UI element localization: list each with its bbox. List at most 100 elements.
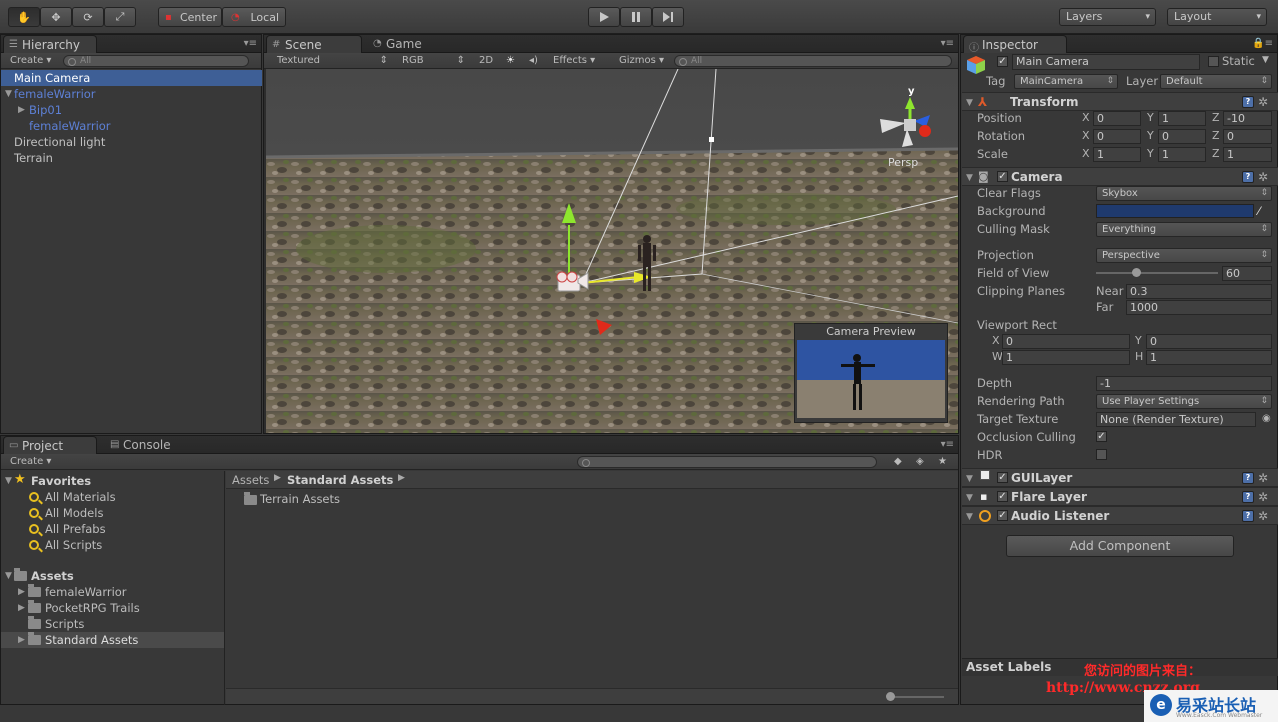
gear-icon[interactable]: ✲ xyxy=(1258,488,1268,506)
project-create-dropdown[interactable]: Create ▾ xyxy=(5,455,57,469)
position-y-field[interactable]: 1 xyxy=(1158,111,1206,126)
static-dropdown-icon[interactable]: ▼ xyxy=(1262,55,1269,65)
step-button[interactable] xyxy=(652,7,684,27)
camera-enabled-checkbox[interactable]: ✓ xyxy=(997,171,1008,182)
favorite-item[interactable]: All Materials xyxy=(45,489,116,505)
asset-folder-item[interactable]: PocketRPG Trails xyxy=(45,600,140,616)
rotate-tool-button[interactable]: ⟳ xyxy=(72,7,104,27)
background-color-swatch[interactable] xyxy=(1096,204,1254,218)
flare-layer-header[interactable]: ▼ ▪ ✓ Flare Layer ? ✲ xyxy=(962,487,1278,506)
tab-hierarchy[interactable]: ☰ Hierarchy xyxy=(3,35,97,53)
slider-thumb[interactable] xyxy=(886,692,895,701)
collapse-arrow-icon[interactable]: ▶ xyxy=(18,587,25,597)
icon-size-slider[interactable] xyxy=(888,696,944,698)
rotation-x-field[interactable]: 0 xyxy=(1093,129,1141,144)
move-tool-button[interactable]: ✥ xyxy=(40,7,72,27)
expand-arrow-icon[interactable]: ▼ xyxy=(5,476,12,486)
asset-folder-item[interactable]: Scripts xyxy=(45,616,84,632)
help-icon[interactable]: ? xyxy=(1242,472,1254,484)
flare-layer-enabled-checkbox[interactable]: ✓ xyxy=(997,491,1008,502)
2d-toggle[interactable]: 2D xyxy=(474,54,498,68)
viewport-x-field[interactable]: 0 xyxy=(1002,334,1130,349)
occlusion-culling-checkbox[interactable]: ✓ xyxy=(1096,431,1107,442)
fov-slider[interactable] xyxy=(1096,272,1218,274)
hierarchy-item-terrain[interactable]: Terrain xyxy=(1,150,262,166)
viewport-w-field[interactable]: 1 xyxy=(1002,350,1130,365)
static-checkbox[interactable] xyxy=(1208,56,1219,67)
position-x-field[interactable]: 0 xyxy=(1093,111,1141,126)
expand-arrow-icon[interactable]: ▼ xyxy=(5,571,12,581)
asset-folder-item[interactable]: femaleWarrior xyxy=(45,584,127,600)
effects-dropdown[interactable]: Effects ▾ xyxy=(548,54,606,68)
breadcrumb-assets[interactable]: Assets xyxy=(232,473,269,487)
tab-project[interactable]: ▭ Project xyxy=(3,436,97,454)
depth-field[interactable]: -1 xyxy=(1096,376,1272,391)
help-icon[interactable]: ? xyxy=(1242,491,1254,503)
favorite-item[interactable]: All Scripts xyxy=(45,537,102,553)
lighting-toggle-icon[interactable]: ☀ xyxy=(501,54,521,68)
play-button[interactable] xyxy=(588,7,620,27)
expand-arrow-icon[interactable]: ▼ xyxy=(966,508,973,526)
gameobject-name-field[interactable]: Main Camera xyxy=(1012,54,1200,70)
viewport-h-field[interactable]: 1 xyxy=(1146,350,1272,365)
far-plane-field[interactable]: 1000 xyxy=(1126,300,1272,315)
guilayer-header[interactable]: ▼ ✓ GUILayer ? ✲ xyxy=(962,468,1278,487)
help-icon[interactable]: ? xyxy=(1242,510,1254,522)
panel-menu-icon[interactable]: ▾≡ xyxy=(941,38,954,49)
audio-listener-enabled-checkbox[interactable]: ✓ xyxy=(997,510,1008,521)
favorites-header[interactable]: Favorites xyxy=(31,473,91,489)
hierarchy-item-femalewarrior-mesh[interactable]: femaleWarrior xyxy=(1,118,262,134)
rotation-z-field[interactable]: 0 xyxy=(1223,129,1272,144)
tab-game[interactable]: ◔ Game xyxy=(368,35,438,53)
add-component-button[interactable]: Add Component xyxy=(1006,535,1234,557)
collapse-arrow-icon[interactable]: ▶ xyxy=(18,635,25,645)
create-dropdown[interactable]: Create ▾ xyxy=(5,54,57,68)
help-icon[interactable]: ? xyxy=(1242,96,1254,108)
gear-icon[interactable]: ✲ xyxy=(1258,469,1268,487)
hdr-checkbox[interactable] xyxy=(1096,449,1107,460)
breadcrumb-standard-assets[interactable]: Standard Assets xyxy=(287,473,393,487)
hand-tool-button[interactable]: ✋ xyxy=(8,7,40,27)
guilayer-enabled-checkbox[interactable]: ✓ xyxy=(997,472,1008,483)
position-z-field[interactable]: -10 xyxy=(1223,111,1272,126)
tab-scene[interactable]: # Scene xyxy=(266,35,362,53)
shading-mode-dropdown[interactable]: Textured ⇕ xyxy=(272,54,390,68)
hierarchy-item-bip01[interactable]: Bip01 xyxy=(1,102,262,118)
panel-menu-icon[interactable]: ▾≡ xyxy=(941,439,954,450)
hierarchy-item-main-camera[interactable]: Main Camera xyxy=(1,70,262,86)
rendering-path-dropdown[interactable]: Use Player Settings xyxy=(1096,394,1272,409)
scene-viewport[interactable]: y Persp Camera Preview xyxy=(266,69,958,433)
scale-z-field[interactable]: 1 xyxy=(1223,147,1272,162)
target-texture-field[interactable]: None (Render Texture) xyxy=(1096,412,1256,427)
lock-icon[interactable]: 🔒≡ xyxy=(1252,38,1273,49)
audio-toggle-icon[interactable]: ◂) xyxy=(524,54,544,68)
filter-label-icon[interactable]: ◈ xyxy=(911,455,931,469)
gizmos-dropdown[interactable]: Gizmos ▾ xyxy=(614,54,666,68)
favorite-item[interactable]: All Prefabs xyxy=(45,521,106,537)
pivot-local-button[interactable]: ◔ Local xyxy=(222,7,286,27)
scale-y-field[interactable]: 1 xyxy=(1158,147,1206,162)
projection-dropdown[interactable]: Perspective xyxy=(1096,248,1272,263)
scene-search-input[interactable]: All xyxy=(674,55,952,67)
object-picker-icon[interactable]: ◉ xyxy=(1262,410,1271,428)
active-checkbox[interactable]: ✓ xyxy=(997,56,1008,67)
favorite-item[interactable]: All Models xyxy=(45,505,103,521)
tab-console[interactable]: ▤ Console xyxy=(105,436,185,454)
layer-dropdown[interactable]: Default xyxy=(1160,74,1272,89)
audio-listener-header[interactable]: ▼ ✓ Audio Listener ? ✲ xyxy=(962,506,1278,525)
persp-label[interactable]: Persp xyxy=(888,156,918,169)
rotation-y-field[interactable]: 0 xyxy=(1158,129,1206,144)
fov-field[interactable]: 60 xyxy=(1222,266,1272,281)
expand-arrow-icon[interactable]: ▼ xyxy=(966,489,973,507)
expand-arrow-icon[interactable]: ▼ xyxy=(966,470,973,488)
asset-folder-item-selected[interactable]: Standard Assets xyxy=(45,632,138,648)
layers-dropdown[interactable]: Layers xyxy=(1059,8,1156,26)
pause-button[interactable] xyxy=(620,7,652,27)
fov-slider-thumb[interactable] xyxy=(1132,268,1142,277)
pivot-center-button[interactable]: ▪ Center xyxy=(158,7,222,27)
collapse-arrow-icon[interactable]: ▶ xyxy=(18,603,25,613)
culling-mask-dropdown[interactable]: Everything xyxy=(1096,222,1272,237)
hierarchy-item-directional-light[interactable]: Directional light xyxy=(1,134,262,150)
scale-x-field[interactable]: 1 xyxy=(1093,147,1141,162)
clear-flags-dropdown[interactable]: Skybox xyxy=(1096,186,1272,201)
